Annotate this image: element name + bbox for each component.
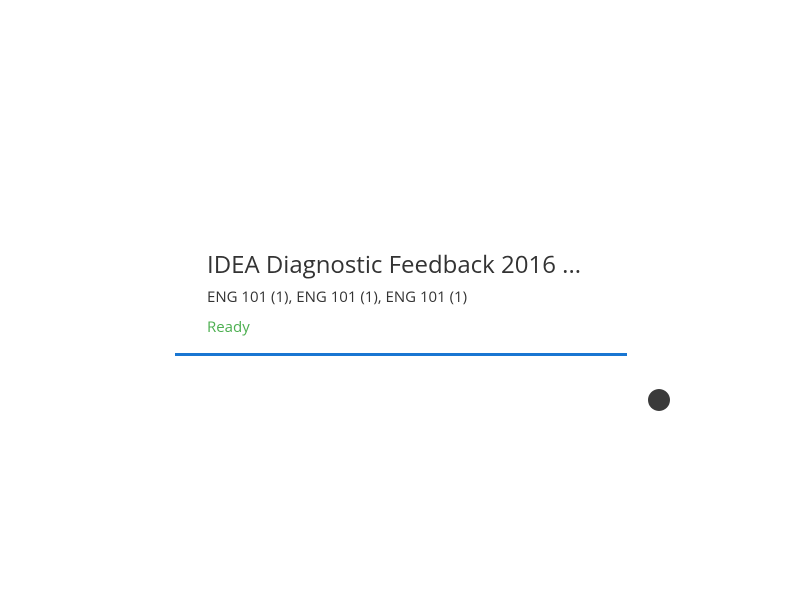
status-badge: Ready xyxy=(207,317,595,337)
floating-indicator xyxy=(648,389,670,411)
feedback-card: IDEA Diagnostic Feedback 2016 ... ENG 10… xyxy=(175,248,627,356)
card-content: IDEA Diagnostic Feedback 2016 ... ENG 10… xyxy=(175,248,627,353)
card-title: IDEA Diagnostic Feedback 2016 ... xyxy=(207,248,595,281)
accent-divider xyxy=(175,353,627,356)
card-subtitle: ENG 101 (1), ENG 101 (1), ENG 101 (1) xyxy=(207,287,595,307)
